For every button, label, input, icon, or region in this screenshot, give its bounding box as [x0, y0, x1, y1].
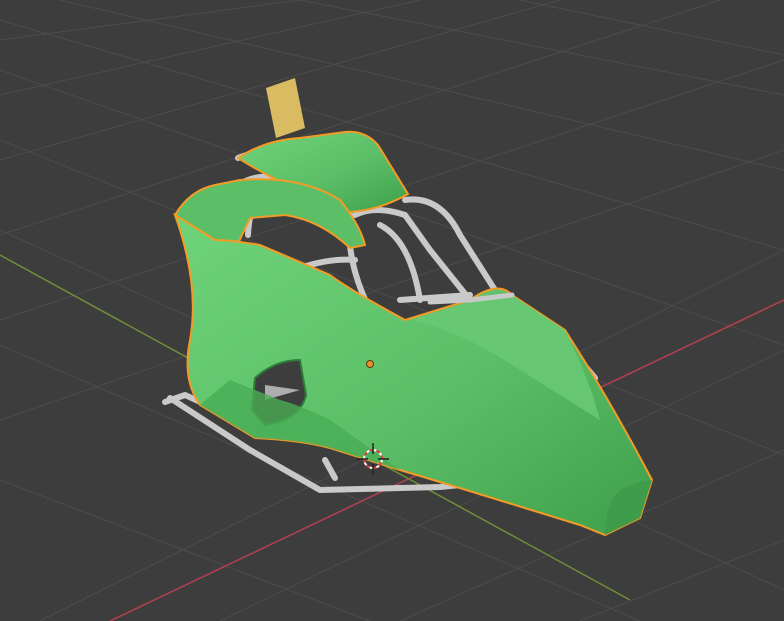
flag-plate[interactable]	[266, 78, 305, 138]
object-origin-dot[interactable]	[366, 360, 374, 368]
3d-viewport[interactable]	[0, 0, 784, 621]
floor-grid	[0, 0, 784, 621]
viewport-canvas[interactable]	[0, 0, 784, 621]
body-shell[interactable]	[173, 130, 654, 537]
